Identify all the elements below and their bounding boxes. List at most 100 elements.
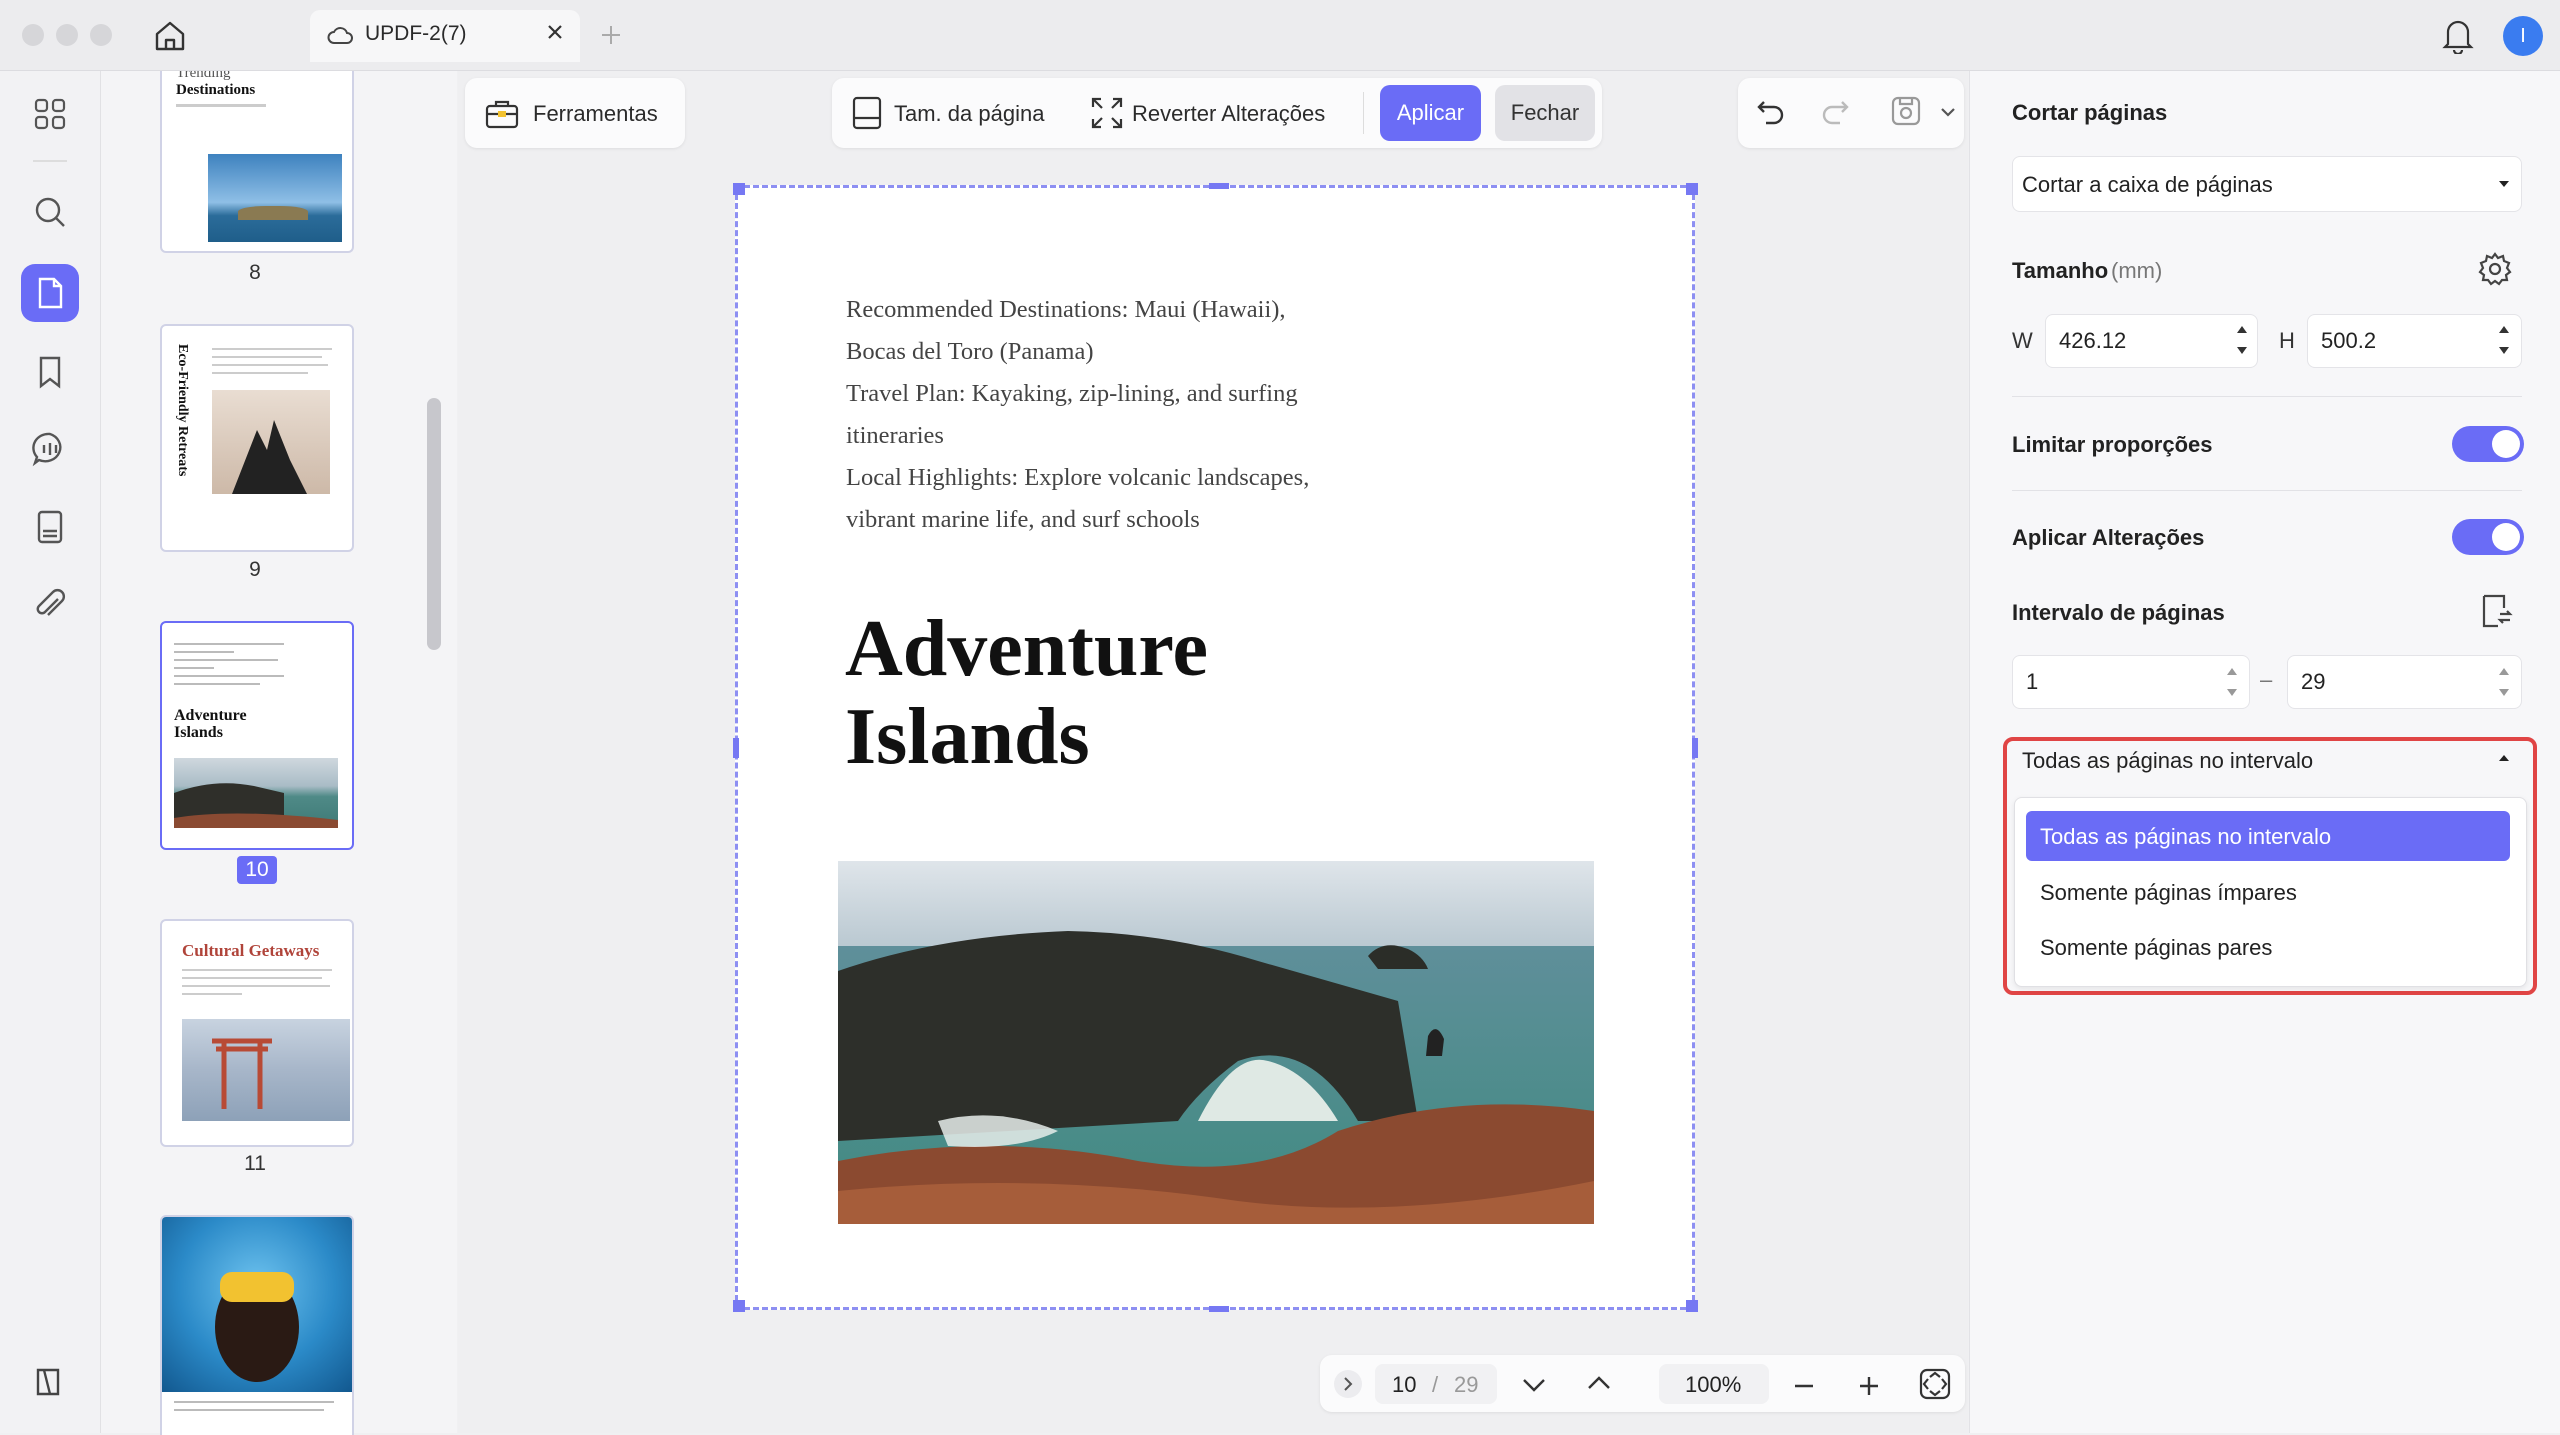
layers-icon[interactable] <box>28 1360 72 1404</box>
crop-handle[interactable] <box>1209 183 1229 189</box>
window-close-button[interactable] <box>22 24 44 46</box>
thumb-title: Eco-Friendly Retreats <box>175 344 190 477</box>
adventure-islands-photo <box>838 861 1594 1224</box>
window-minimize-button[interactable] <box>56 24 78 46</box>
thumb-title: Destinations <box>176 82 256 98</box>
thumb-image <box>162 1217 352 1392</box>
crop-handle[interactable] <box>1686 183 1698 195</box>
range-option-even[interactable]: Somente páginas pares <box>2040 935 2272 961</box>
next-page-icon[interactable] <box>1520 1372 1548 1396</box>
revert-changes-button[interactable]: Reverter Alterações <box>1132 101 1325 127</box>
thumb-image <box>212 390 330 494</box>
page-thumbnail[interactable]: Trending Destinations <box>160 71 354 253</box>
zoom-level: 100% <box>1685 1372 1742 1397</box>
thumb-number: 9 <box>249 558 261 581</box>
crop-handle[interactable] <box>733 183 745 195</box>
apply-button[interactable]: Aplicar <box>1380 85 1481 141</box>
width-label: W <box>2012 328 2033 353</box>
range-to-value: 29 <box>2301 669 2326 694</box>
thumb-image <box>182 1019 350 1121</box>
form-icon[interactable] <box>28 505 72 549</box>
save-icon[interactable] <box>1889 94 1923 128</box>
width-value: 426.12 <box>2059 328 2127 353</box>
crop-handle[interactable] <box>733 738 739 758</box>
toolbar-divider <box>1363 92 1364 134</box>
tools-label: Ferramentas <box>533 101 658 126</box>
thumb-title: Cultural Getaways <box>182 941 320 960</box>
caret-up-icon[interactable] <box>2498 754 2510 762</box>
page-icon <box>28 271 72 315</box>
zoom-out-icon[interactable] <box>1792 1374 1816 1398</box>
tab-title: UPDF-2(7) <box>365 22 467 45</box>
lock-ratio-toggle[interactable] <box>2452 426 2524 462</box>
thumb-title: Adventure <box>174 707 247 724</box>
stepper-icon[interactable] <box>2498 320 2510 360</box>
home-icon[interactable] <box>153 19 187 53</box>
toolbox-icon <box>484 96 520 130</box>
range-from-value: 1 <box>2026 669 2039 694</box>
stepper-icon[interactable] <box>2226 662 2238 702</box>
apps-grid-icon[interactable] <box>28 92 72 136</box>
crop-handle[interactable] <box>1209 1306 1229 1312</box>
window-zoom-button[interactable] <box>90 24 112 46</box>
lock-ratio-label: Limitar proporções <box>2012 432 2213 457</box>
page-thumbnail[interactable] <box>160 1215 354 1435</box>
document-heading: Adventure Islands <box>845 605 1365 781</box>
total-pages: 29 <box>1454 1372 1479 1397</box>
comment-icon[interactable] <box>28 427 72 471</box>
thumb-number: 11 <box>244 1152 266 1175</box>
heading-line: Islands <box>845 693 1090 781</box>
page-separator: / <box>1432 1372 1439 1397</box>
height-label: H <box>2279 328 2295 353</box>
redo-icon[interactable] <box>1820 96 1850 126</box>
page-size-icon <box>850 94 886 132</box>
document-text-line: vibrant marine life, and surf schools <box>846 506 1200 533</box>
size-unit: (mm) <box>2111 258 2163 283</box>
range-select-value[interactable]: Todas as páginas no intervalo <box>2022 748 2313 774</box>
thumb-title: Trending <box>176 71 231 81</box>
rail-divider <box>33 160 67 162</box>
crop-handle[interactable] <box>733 1300 745 1312</box>
expand-nav-icon[interactable] <box>1334 1370 1362 1398</box>
settings-gear-icon[interactable] <box>2477 251 2513 287</box>
page-range-label: Intervalo de páginas <box>2012 600 2225 625</box>
close-tab-icon[interactable] <box>545 22 565 42</box>
search-icon[interactable] <box>28 190 72 234</box>
stepper-icon[interactable] <box>2498 662 2510 702</box>
thumb-title: Islands <box>174 724 223 741</box>
fit-page-icon[interactable] <box>1918 1367 1952 1401</box>
undo-icon[interactable] <box>1756 96 1786 126</box>
range-from-input[interactable] <box>2012 655 2250 709</box>
page-thumbnail[interactable]: Cultural Getaways <box>160 919 354 1147</box>
thumbnail-scrollbar[interactable] <box>427 398 441 650</box>
close-button[interactable]: Fechar <box>1495 85 1595 141</box>
attachment-icon[interactable] <box>28 583 72 627</box>
crop-handle[interactable] <box>1686 1300 1698 1312</box>
heading-line: Adventure <box>845 605 1208 693</box>
apply-changes-label: Aplicar Alterações <box>2012 525 2205 550</box>
page-range-swap-icon[interactable] <box>2478 592 2514 630</box>
document-text-line: Travel Plan: Kayaking, zip-lining, and s… <box>846 380 1298 407</box>
page-thumbnail[interactable]: Eco-Friendly Retreats <box>160 324 354 552</box>
revert-icon <box>1090 96 1124 130</box>
stepper-icon[interactable] <box>2236 320 2248 360</box>
document-text-line: Bocas del Toro (Panama) <box>846 338 1094 365</box>
range-option-odd[interactable]: Somente páginas ímpares <box>2040 880 2297 906</box>
range-option-all[interactable]: Todas as páginas no intervalo <box>2040 824 2331 850</box>
previous-page-icon[interactable] <box>1585 1372 1613 1396</box>
document-text-line: Local Highlights: Explore volcanic lands… <box>846 464 1310 491</box>
chevron-down-icon[interactable] <box>1940 106 1956 118</box>
zoom-in-icon[interactable] <box>1857 1374 1881 1398</box>
page-size-button[interactable]: Tam. da página <box>894 101 1044 127</box>
thumb-image <box>174 758 338 828</box>
user-avatar[interactable]: I <box>2503 16 2543 56</box>
size-label: Tamanho <box>2012 258 2109 283</box>
notification-bell-icon[interactable] <box>2441 16 2475 54</box>
apply-changes-toggle[interactable] <box>2452 519 2524 555</box>
page-thumbnail-selected[interactable]: Adventure Islands <box>160 621 354 850</box>
new-tab-icon[interactable] <box>600 24 622 46</box>
crop-handle[interactable] <box>1692 738 1698 758</box>
bookmark-icon[interactable] <box>28 350 72 394</box>
panel-title: Cortar páginas <box>2012 100 2168 125</box>
crop-box-select-value: Cortar a caixa de páginas <box>2022 172 2273 197</box>
